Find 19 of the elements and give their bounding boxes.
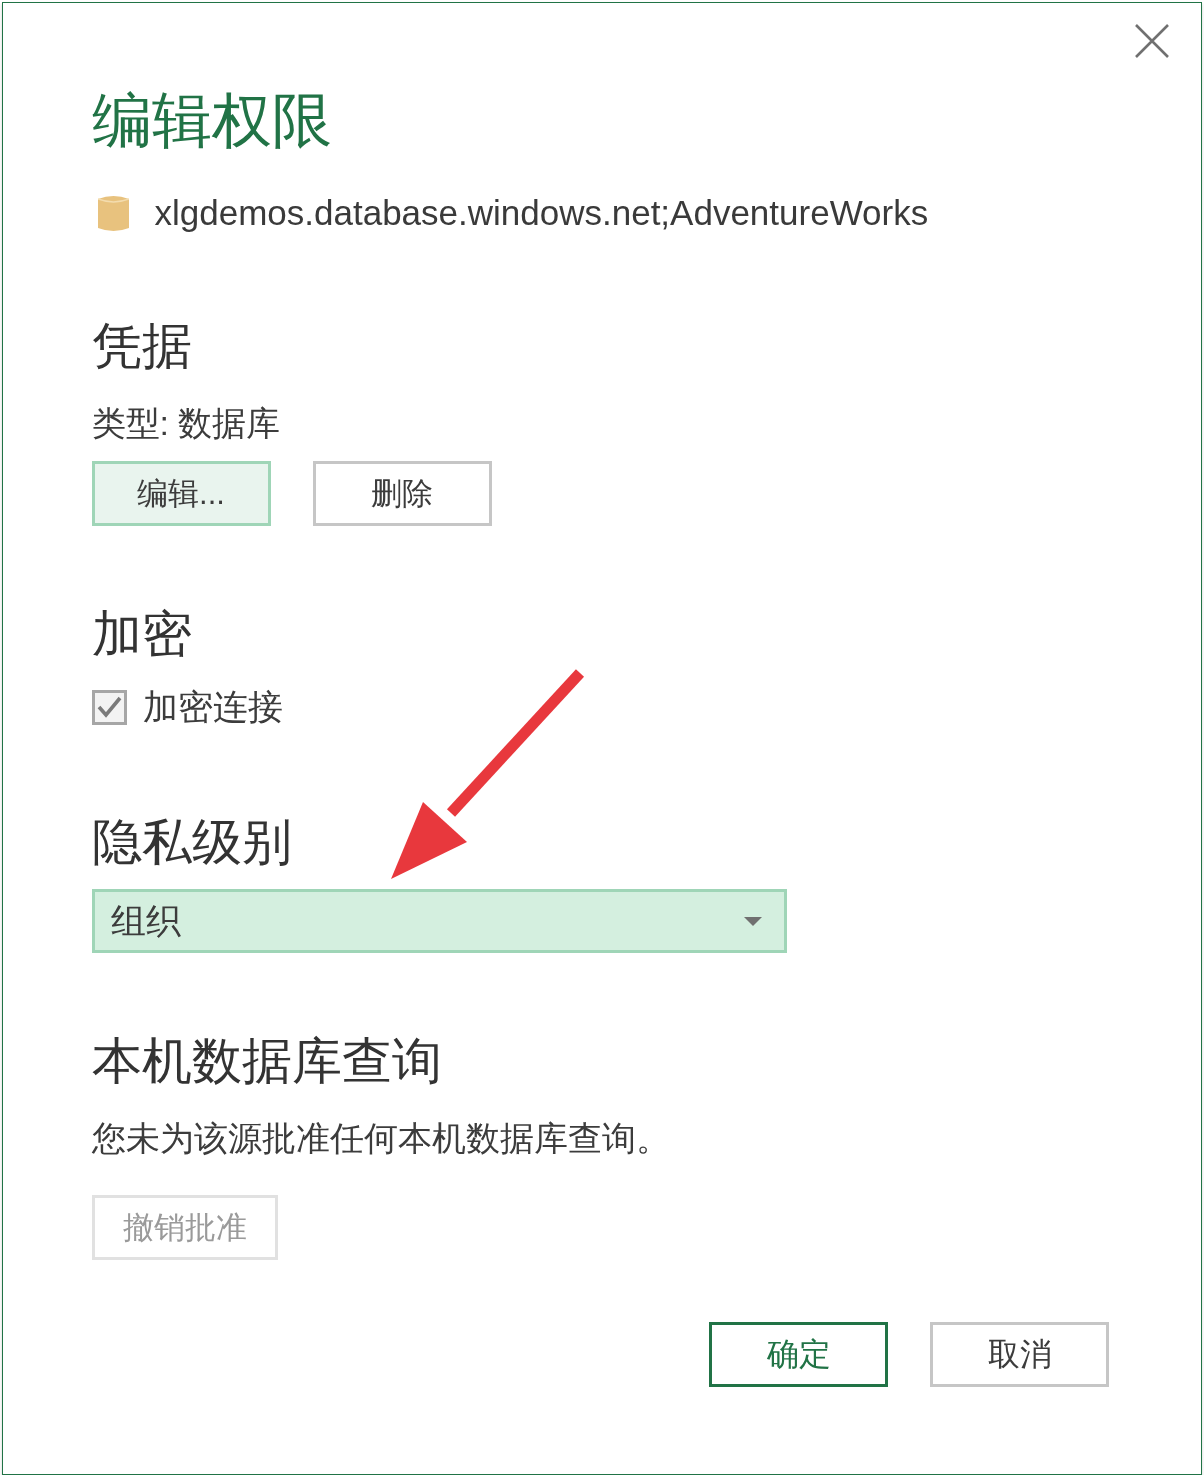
caret-icon (743, 916, 762, 926)
section-heading: 本机数据库查询 (91, 1032, 443, 1091)
checkbox-label[interactable]: 加密连接 (142, 683, 283, 731)
delete-button[interactable]: 删除 (312, 461, 492, 526)
checkbox[interactable] (91, 689, 127, 725)
section-heading: 加密 (91, 605, 193, 664)
ok-button[interactable]: 确定 (709, 1322, 888, 1387)
close-icon (1134, 23, 1170, 59)
privacy-level-dropdown[interactable]: 组织 (91, 889, 787, 953)
checkmark-icon (96, 696, 122, 718)
info-text: 您未为该源批准任何本机数据库查询。 (91, 1118, 671, 1159)
section-heading: 凭据 (91, 317, 193, 376)
source-name: xlgdemos.database.windows.net;AdventureWorks (154, 193, 929, 233)
section-heading: 隐私级别 (91, 813, 293, 872)
dialog-title: 编辑权限 (91, 86, 333, 156)
edit-button[interactable]: 编辑... (91, 461, 271, 526)
close-button[interactable] (1134, 23, 1170, 59)
cancel-button[interactable]: 取消 (930, 1322, 1109, 1387)
credential-type: 类型: 数据库 (91, 403, 282, 444)
